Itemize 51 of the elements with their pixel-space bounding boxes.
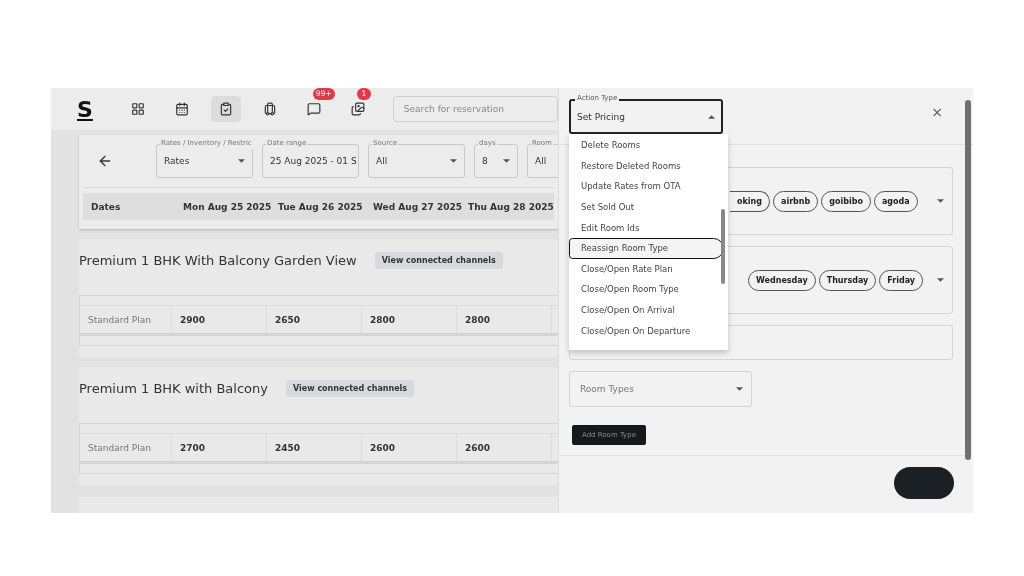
images-icon: [350, 102, 365, 116]
field-value: All: [376, 156, 388, 166]
field-value: Rates: [164, 156, 190, 166]
chat-icon: [306, 102, 321, 116]
view-channels-button[interactable]: View connected channels: [374, 252, 503, 269]
rate-cell: 2700: [172, 434, 267, 461]
caret-icon: [736, 387, 743, 391]
plan-cell: Standard Plan: [80, 306, 172, 333]
menu-option[interactable]: Close/Open Room Type: [569, 279, 724, 300]
menu-option[interactable]: Set Sold Out: [569, 196, 724, 218]
field-value: 25 Aug 2025 - 01 S: [270, 156, 357, 166]
date-header: Wed Aug 27 2025: [373, 201, 463, 212]
date-header: Mon Aug 25 2025: [183, 201, 273, 212]
scrollbar[interactable]: [721, 209, 725, 284]
room-name: Premium 1 BHK with Balcony: [79, 381, 268, 396]
menu-option[interactable]: Close/Open On Departure: [569, 320, 724, 341]
field-value: 8: [482, 156, 488, 166]
field-value: All: [535, 156, 547, 166]
room-types-select[interactable]: Room Types: [569, 371, 752, 407]
back-arrow-icon[interactable]: [97, 153, 113, 169]
caret-icon: [937, 199, 944, 203]
view-channels-button[interactable]: View connected channels: [286, 380, 415, 397]
rate-cell: 2600: [362, 434, 457, 461]
rate-cell: 2900: [172, 306, 267, 333]
calendar-icon: [174, 102, 189, 116]
scrollbar[interactable]: [965, 100, 971, 460]
rate-cell: 2600: [457, 434, 552, 461]
rate-cell: 2800: [362, 306, 457, 333]
date-header: Tue Aug 26 2025: [278, 201, 364, 212]
rate-cell: 2800: [457, 306, 552, 333]
plan-cell: Standard Plan: [80, 434, 172, 461]
rate-cell: 2650: [267, 306, 362, 333]
submit-button[interactable]: [894, 467, 954, 499]
grid-icon: [130, 102, 145, 116]
menu-option[interactable]: Edit Room Ids: [569, 217, 724, 238]
column-header: Dates: [90, 201, 122, 212]
room-name: Premium 1 BHK With Balcony Garden View: [79, 253, 357, 268]
caret-icon: [708, 114, 715, 119]
caret-icon: [937, 278, 944, 282]
menu-option[interactable]: Delete Rooms: [569, 135, 724, 156]
menu-option[interactable]: Update Rates from OTA: [569, 176, 724, 197]
logo: S: [77, 96, 93, 122]
close-button[interactable]: ×: [931, 105, 943, 119]
menu-option[interactable]: Close/Open Rate Plan: [569, 258, 724, 280]
nav-button[interactable]: [210, 96, 241, 122]
menu-option[interactable]: Reassign Room Type: [569, 237, 724, 259]
date-header: Thu Aug 28 2025: [468, 201, 555, 212]
clipboard-check-icon: [218, 102, 233, 116]
search-field[interactable]: Search for reservation: [392, 96, 558, 122]
rate-cell: 2450: [267, 434, 362, 461]
luggage-icon: [262, 102, 277, 116]
